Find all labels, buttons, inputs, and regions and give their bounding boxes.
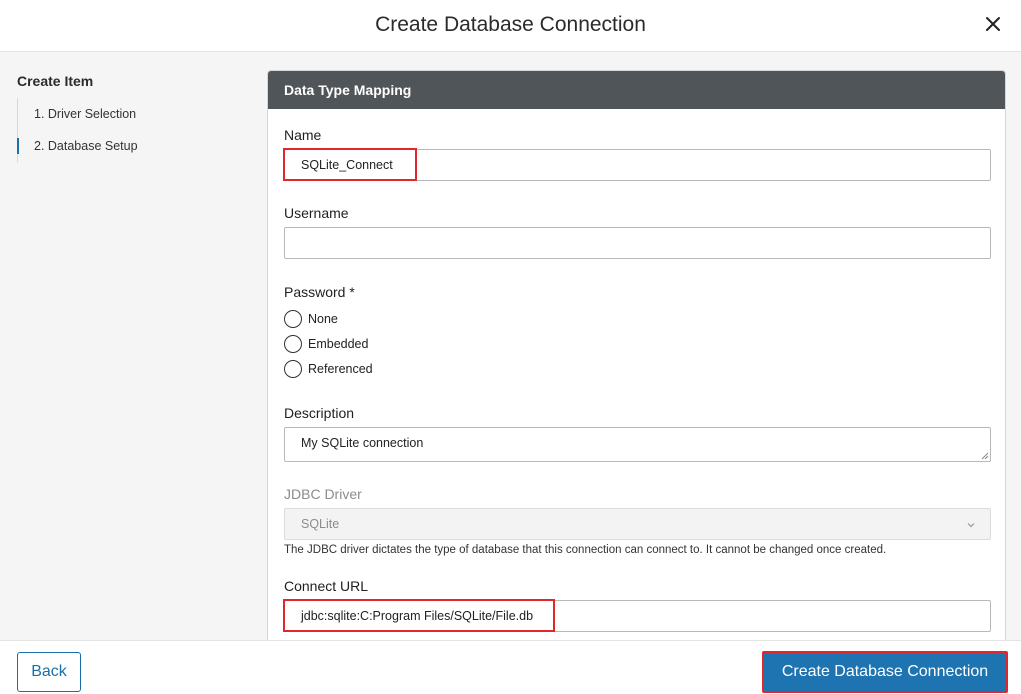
radio-circle[interactable] [284,335,302,353]
close-button[interactable] [981,12,1005,36]
radio-circle[interactable] [284,310,302,328]
name-input[interactable]: SQLite_Connect [284,149,991,181]
username-input[interactable] [284,227,991,259]
password-option-embedded[interactable]: Embedded [284,333,368,355]
back-button[interactable]: Back [17,652,81,692]
create-connection-button[interactable]: Create Database Connection [762,651,1008,693]
description-value: My SQLite connection [301,436,424,450]
panel-title: Data Type Mapping [268,71,1005,109]
chevron-down-icon [967,523,975,528]
password-option-referenced[interactable]: Referenced [284,358,373,380]
password-option-none[interactable]: None [284,308,338,330]
sidebar-step-driver-selection[interactable]: 1. Driver Selection [18,98,138,130]
step-list: 1. Driver Selection 2. Database Setup [17,98,138,162]
sidebar-step-database-setup[interactable]: 2. Database Setup [17,130,138,162]
form-panel: Data Type Mapping Name SQLite_Connect Us… [267,70,1006,640]
radio-label: Embedded [308,337,369,351]
password-label: Password * [284,284,355,300]
close-icon [986,17,1000,31]
dialog-header: Create Database Connection [0,0,1021,52]
main-content: Data Type Mapping Name SQLite_Connect Us… [252,52,1021,640]
dialog-title: Create Database Connection [375,13,646,36]
resize-grip-icon[interactable] [981,452,989,460]
sidebar-heading: Create Item [17,73,94,89]
jdbc-driver-label: JDBC Driver [284,486,362,502]
name-label: Name [284,127,322,143]
radio-circle[interactable] [284,360,302,378]
description-label: Description [284,405,355,421]
sidebar: Create Item 1. Driver Selection 2. Datab… [0,52,252,640]
radio-label: None [308,312,338,326]
connect-url-input[interactable]: jdbc:sqlite:C:Program Files/SQLite/File.… [284,600,991,632]
dialog-footer: Back Create Database Connection [0,640,1021,694]
username-label: Username [284,205,349,221]
jdbc-driver-value: SQLite [301,517,340,531]
jdbc-driver-select: SQLite [284,508,991,540]
description-textarea[interactable]: My SQLite connection [284,427,991,462]
jdbc-driver-help: The JDBC driver dictates the type of dat… [284,544,887,556]
radio-label: Referenced [308,362,373,376]
connect-url-label: Connect URL [284,578,369,594]
